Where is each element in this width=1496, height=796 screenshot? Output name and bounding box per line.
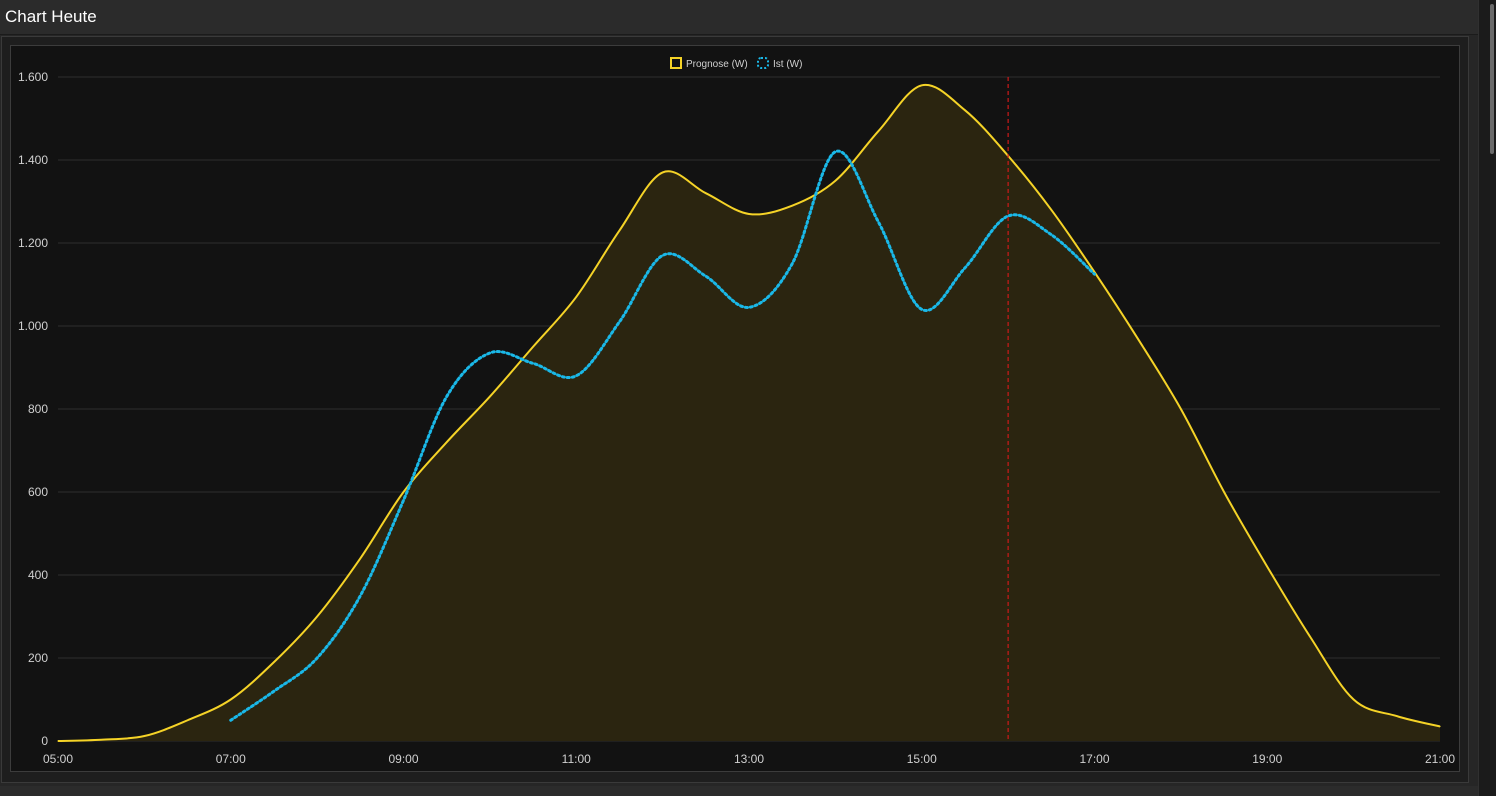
forecast-point <box>1309 636 1312 638</box>
actual-point <box>618 321 621 323</box>
forecast-point <box>1396 715 1398 717</box>
actual-point <box>662 254 664 257</box>
forecast-point <box>964 109 966 111</box>
y-tick-label: 0 <box>41 734 48 748</box>
forecast-point <box>273 661 275 663</box>
x-tick-label: 21:00 <box>1425 752 1455 766</box>
actual-point <box>532 362 534 364</box>
y-tick-label: 1.000 <box>18 319 48 333</box>
legend-swatch-forecast <box>670 57 682 69</box>
footer-bar <box>0 786 1478 796</box>
actual-point <box>489 352 491 354</box>
actual-point <box>273 690 275 692</box>
forecast-point <box>1180 408 1182 410</box>
actual-point <box>402 499 405 501</box>
chart-panel: 0 200 400 600 800 1.000 1.200 1.400 1.600 05:00 07… <box>1 36 1469 783</box>
x-tick-label: 19:00 <box>1252 752 1282 766</box>
actual-point <box>230 719 232 721</box>
y-tick-label: 800 <box>28 402 48 416</box>
forecast-point <box>705 192 707 194</box>
forecast-point <box>316 615 318 618</box>
chart-container: 0 200 400 600 800 1.000 1.200 1.400 1.600 05:00 07… <box>10 45 1460 772</box>
forecast-point <box>662 171 664 174</box>
forecast-point <box>748 213 750 215</box>
forecast-point <box>57 740 59 742</box>
legend-label-actual: Ist (W) <box>773 59 802 70</box>
forecast-point <box>1223 491 1225 493</box>
legend-label-forecast: Prognose (W) <box>686 59 748 70</box>
x-tick-label: 11:00 <box>562 752 591 766</box>
actual-point <box>575 375 577 377</box>
y-tick-label: 200 <box>28 651 48 665</box>
forecast-point <box>834 180 836 182</box>
forecast-point <box>877 130 880 132</box>
x-tick-label: 15:00 <box>907 752 937 766</box>
legend-swatch-actual <box>757 57 769 69</box>
forecast-point <box>489 395 491 398</box>
forecast-point <box>1266 566 1268 568</box>
actual-point <box>1093 273 1096 275</box>
actual-point <box>834 151 836 153</box>
actual-point <box>316 657 318 659</box>
y-tick-label: 600 <box>28 485 48 499</box>
actual-point <box>748 306 750 308</box>
forecast-point <box>359 557 361 559</box>
forecast-point <box>446 441 448 443</box>
x-tick-label: 07:00 <box>216 752 246 766</box>
forecast-point <box>575 296 577 298</box>
scrollbar-thumb[interactable] <box>1490 4 1494 154</box>
y-tick-label: 400 <box>28 568 48 582</box>
forecast-point <box>532 346 534 348</box>
actual-point <box>921 308 923 310</box>
actual-point <box>1050 234 1052 236</box>
chart-svg: 0 200 400 600 800 1.000 1.200 1.400 1.600 05:00 07… <box>18 57 1455 766</box>
y-tick-label: 1.200 <box>18 236 48 250</box>
actual-point <box>359 595 361 597</box>
actual-point <box>446 395 448 398</box>
y-tick-label: 1.400 <box>18 153 48 167</box>
forecast-point <box>143 735 145 737</box>
forecast-point <box>230 698 232 701</box>
window-titlebar: Chart Heute <box>0 0 1478 35</box>
forecast-point <box>1439 725 1441 728</box>
forecast-point <box>1353 698 1355 701</box>
x-tick-label: 09:00 <box>388 752 418 766</box>
actual-point <box>1007 215 1009 217</box>
actual-point <box>877 221 880 223</box>
forecast-point <box>100 739 102 741</box>
actual-point <box>705 275 707 277</box>
forecast-point <box>921 84 923 86</box>
x-tick-label: 17:00 <box>1079 752 1109 766</box>
forecast-point <box>1050 209 1052 211</box>
x-tick-label: 13:00 <box>734 752 764 766</box>
y-tick-label: 1.600 <box>18 70 48 84</box>
page-title: Chart Heute <box>5 7 97 26</box>
x-tick-label: 05:00 <box>43 752 73 766</box>
forecast-point <box>402 491 405 493</box>
forecast-point <box>791 205 793 207</box>
forecast-area <box>58 84 1440 742</box>
forecast-point <box>186 719 189 721</box>
forecast-point <box>1137 337 1139 340</box>
actual-point <box>964 267 966 269</box>
actual-point <box>791 263 793 265</box>
forecast-point <box>618 229 621 232</box>
